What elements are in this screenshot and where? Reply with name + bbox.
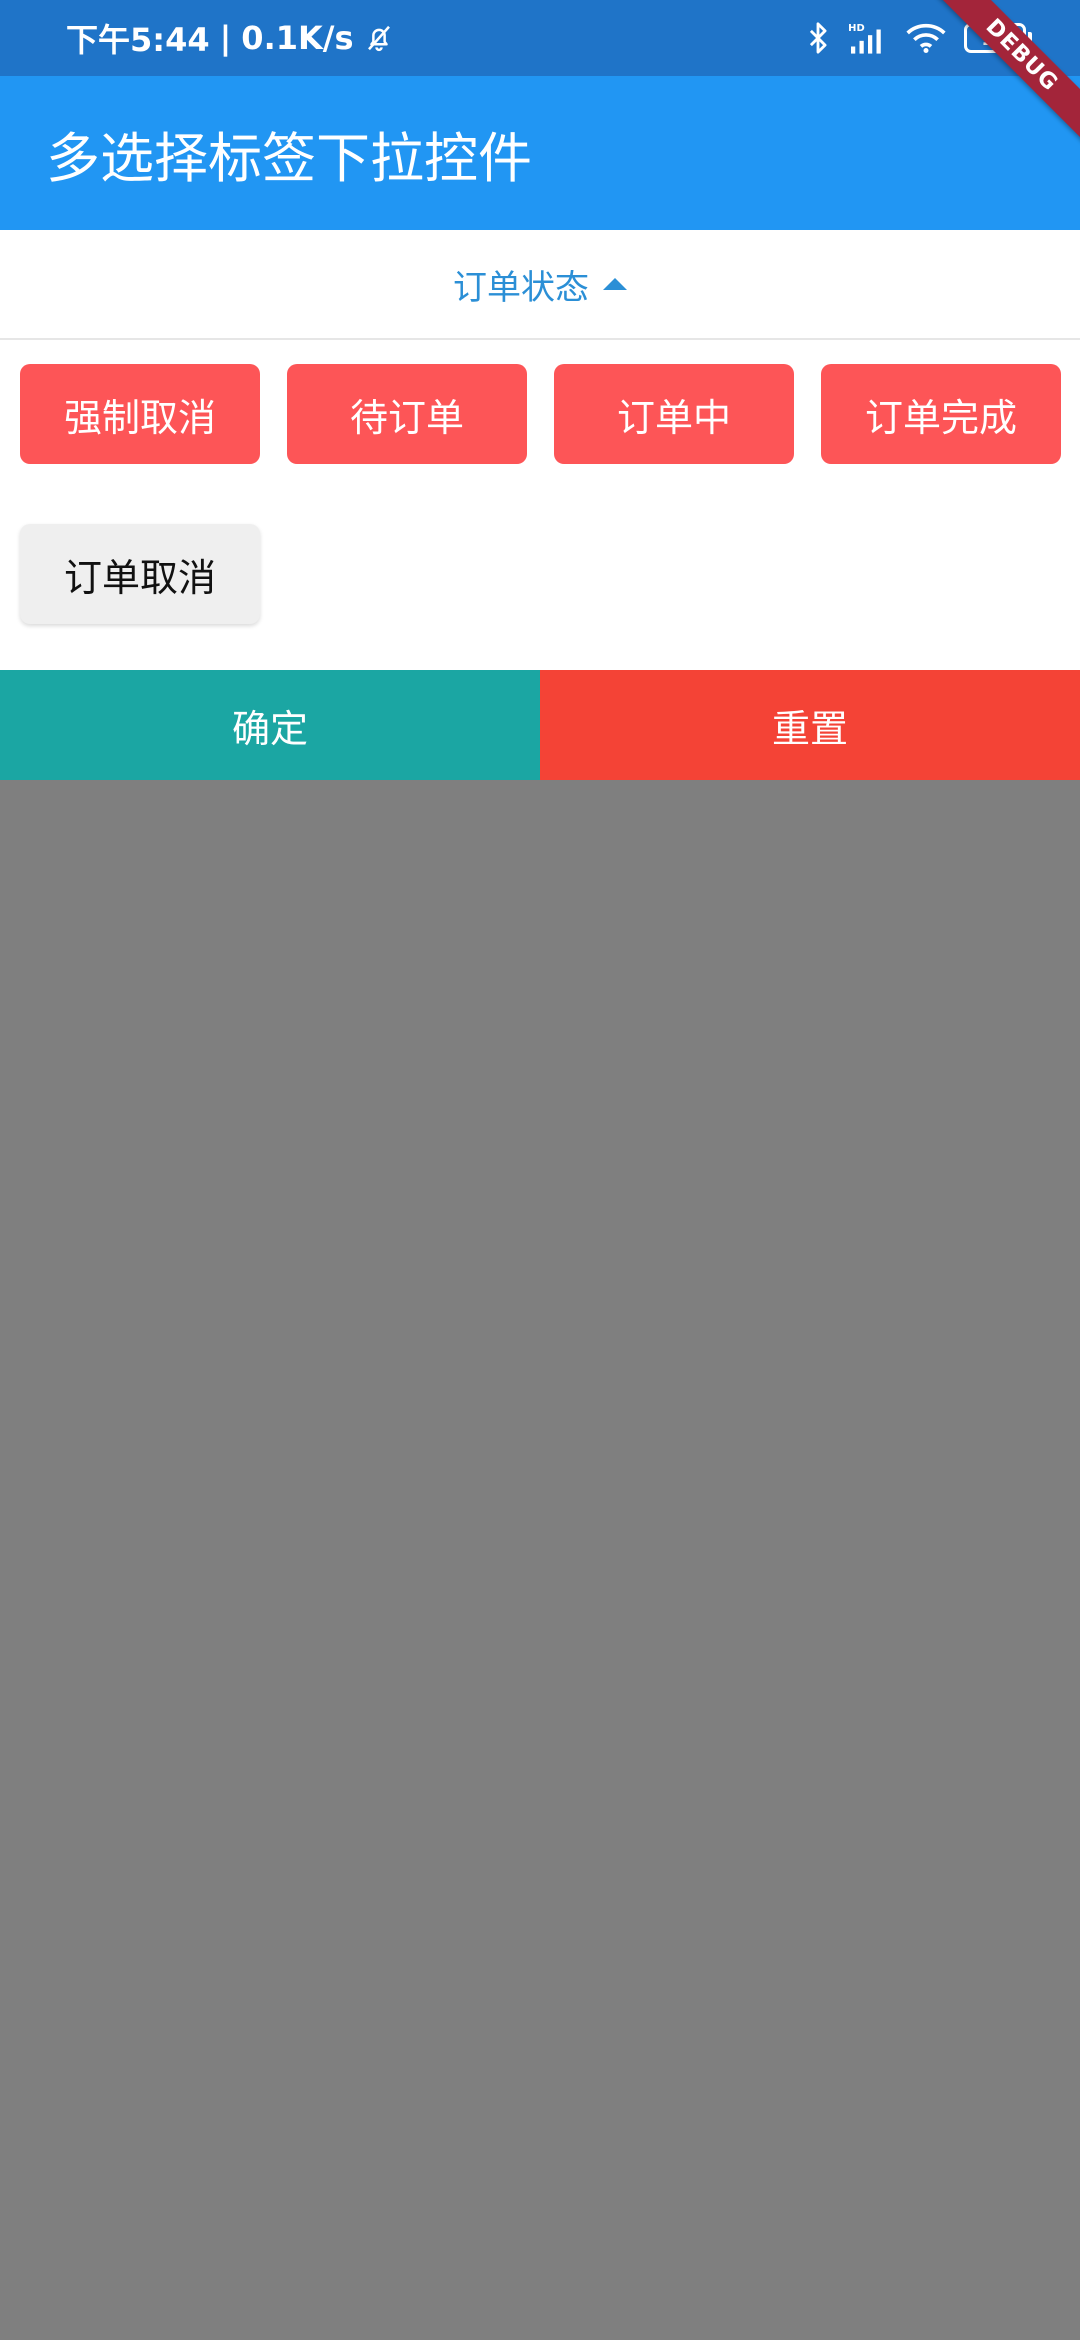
reset-label: 重置 — [771, 706, 848, 751]
confirm-label: 确定 — [231, 706, 308, 751]
tag-in-order[interactable]: 订单中 — [554, 364, 794, 464]
mute-bell-icon — [364, 23, 394, 53]
tag-label: 订单取消 — [63, 555, 216, 600]
dropdown-header-order-status[interactable]: 订单状态 — [0, 230, 1080, 340]
reset-button[interactable]: 重置 — [540, 670, 1080, 780]
status-bar-left: 下午5:44 | 0.1K/s — [66, 15, 394, 61]
confirm-button[interactable]: 确定 — [0, 670, 540, 780]
tag-group: 强制取消 待订单 订单中 订单完成 订单取消 — [0, 340, 1080, 670]
bluetooth-icon — [806, 21, 830, 55]
svg-text:HD: HD — [848, 23, 865, 34]
wifi-icon — [906, 22, 946, 54]
dropdown-label: 订单状态 — [453, 267, 589, 308]
page-title: 多选择标签下拉控件 — [46, 126, 532, 190]
tag-label: 订单完成 — [864, 395, 1017, 440]
dim-overlay[interactable] — [0, 780, 1080, 2340]
caret-up-icon — [603, 278, 627, 290]
tag-label: 待订单 — [349, 395, 464, 440]
hd-signal-icon: HD — [848, 21, 888, 55]
status-net-speed: 0.1K/s — [241, 19, 354, 57]
status-separator: | — [219, 19, 232, 57]
tag-order-cancelled[interactable]: 订单取消 — [20, 524, 260, 624]
status-time: 下午5:44 — [66, 21, 210, 59]
tag-label: 订单中 — [616, 395, 731, 440]
tag-order-complete[interactable]: 订单完成 — [821, 364, 1061, 464]
status-bar: 下午5:44 | 0.1K/s HD — [0, 0, 1080, 76]
tag-pending-order[interactable]: 待订单 — [287, 364, 527, 464]
tag-label: 强制取消 — [63, 395, 216, 440]
tag-force-cancel[interactable]: 强制取消 — [20, 364, 260, 464]
app-bar: 多选择标签下拉控件 — [0, 76, 1080, 230]
action-bar: 确定 重置 — [0, 670, 1080, 780]
